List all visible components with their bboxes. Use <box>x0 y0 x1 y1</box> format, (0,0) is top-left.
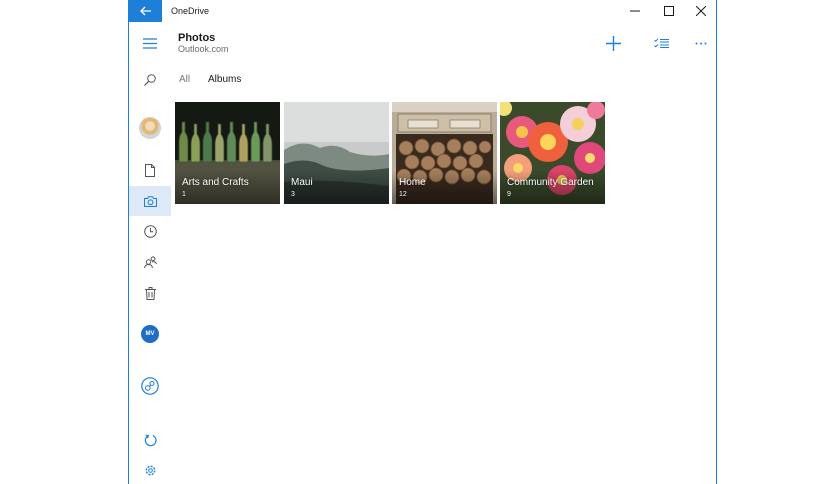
page-title: Photos <box>178 32 216 44</box>
add-icon <box>605 35 621 51</box>
search-button[interactable] <box>129 65 171 95</box>
album-title: Community Garden <box>507 177 594 188</box>
settings-icon <box>145 465 155 475</box>
minimize-icon <box>630 10 640 12</box>
photos-icon <box>143 195 157 207</box>
album-tile[interactable]: Home 12 <box>392 102 497 204</box>
tab-all[interactable]: All <box>179 74 190 85</box>
album-title: Home <box>399 177 426 188</box>
select-button[interactable] <box>649 32 673 54</box>
account-avatar-button[interactable] <box>129 113 171 143</box>
album-count: 1 <box>182 191 186 198</box>
files-icon <box>145 163 155 177</box>
album-tile[interactable]: Community Garden 9 <box>500 102 605 204</box>
album-tile[interactable]: Maui 3 <box>284 102 389 204</box>
album-title: Maui <box>291 177 313 188</box>
rail-item-recent[interactable] <box>129 216 171 246</box>
page-subtitle: Outlook.com <box>178 44 229 54</box>
rail-item-files[interactable] <box>129 155 171 185</box>
rail-item-shared[interactable] <box>129 247 171 277</box>
close-icon <box>696 6 706 16</box>
recent-icon <box>143 224 157 238</box>
shared-icon <box>143 256 157 268</box>
recycle-bin-icon <box>144 286 156 300</box>
album-count: 3 <box>291 191 295 198</box>
more-icon <box>695 42 707 44</box>
more-button[interactable] <box>689 32 713 54</box>
onedrive-window: OneDrive MV Photos Outlook.com All Album… <box>128 0 717 484</box>
account-badge: MV <box>141 325 159 343</box>
app-title: OneDrive <box>171 6 210 16</box>
album-tile[interactable]: Arts and Crafts 1 <box>175 102 280 204</box>
sync-button[interactable] <box>129 425 171 455</box>
hamburger-menu-icon <box>143 37 157 49</box>
maximize-icon <box>664 6 674 16</box>
rail-item-photos[interactable] <box>129 186 171 216</box>
album-count: 12 <box>399 191 407 198</box>
avatar <box>139 117 161 139</box>
album-title: Arts and Crafts <box>182 177 249 188</box>
hamburger-menu-button[interactable] <box>129 28 171 58</box>
account-badge-button[interactable]: MV <box>129 319 171 349</box>
arrow-left-icon <box>139 6 151 16</box>
album-count: 9 <box>507 191 511 198</box>
onedrive-logo-button[interactable] <box>129 371 171 401</box>
title-bar: OneDrive <box>129 0 716 22</box>
back-button[interactable] <box>129 0 162 22</box>
close-button[interactable] <box>685 0 716 22</box>
onedrive-logo-icon <box>141 377 159 395</box>
navigation-rail: MV <box>129 22 171 484</box>
tab-albums[interactable]: Albums <box>208 74 241 85</box>
search-icon <box>144 74 156 86</box>
maximize-button[interactable] <box>653 0 685 22</box>
settings-button[interactable] <box>129 455 171 484</box>
add-button[interactable] <box>601 32 625 54</box>
sync-icon <box>144 433 157 446</box>
rail-item-recycle-bin[interactable] <box>129 278 171 308</box>
minimize-button[interactable] <box>619 0 651 22</box>
select-list-icon <box>653 37 669 48</box>
